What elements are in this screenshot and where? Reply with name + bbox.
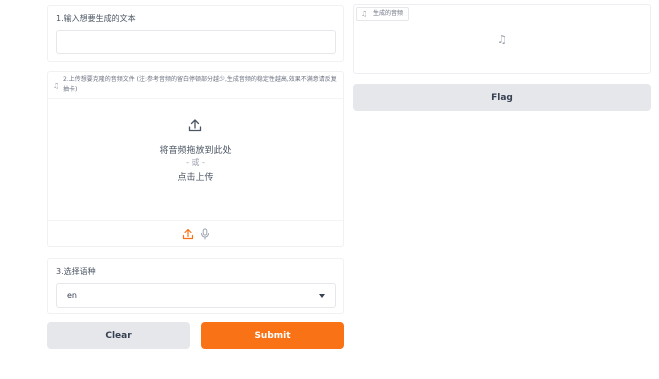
dropzone-drop-text: 将音频拖放到此处 — [159, 146, 232, 156]
upload-icon — [188, 119, 202, 132]
text-input-field[interactable] — [56, 30, 336, 54]
output-audio-label: 生成的音频 — [373, 10, 404, 17]
microphone-icon[interactable] — [199, 228, 211, 240]
audio-upload-header: ♫ 2.上传想要克隆的音频文件 (注:参考音频的留白停顿部分越少,生成音频的稳定… — [48, 72, 343, 99]
audio-dropzone[interactable]: 将音频拖放到此处 - 或 - 点击上传 — [48, 100, 343, 218]
text-input-block: 1.输入想要生成的文本 — [47, 5, 344, 62]
output-audio-label-tag: ♫ 生成的音频 — [356, 7, 410, 21]
chevron-down-icon — [319, 294, 325, 298]
flag-button[interactable]: Flag — [353, 84, 651, 111]
music-note-icon: ♫ — [361, 10, 368, 18]
clear-button[interactable]: Clear — [47, 322, 190, 349]
submit-button[interactable]: Submit — [201, 322, 344, 349]
audio-upload-label: 2.上传想要克隆的音频文件 (注:参考音频的留白停顿部分越少,生成音频的稳定性越… — [63, 76, 337, 93]
music-note-icon: ♫ — [497, 33, 507, 46]
dropzone-click-text: 点击上传 — [177, 173, 214, 183]
audio-source-toolbar — [48, 220, 343, 247]
language-select-label: 3.选择语种 — [56, 267, 96, 276]
dropzone-or-text: - 或 - — [186, 158, 205, 167]
language-dropdown[interactable]: en — [56, 283, 336, 308]
language-select-block: 3.选择语种 en — [47, 258, 344, 314]
audio-upload-block: ♫ 2.上传想要克隆的音频文件 (注:参考音频的留白停顿部分越少,生成音频的稳定… — [47, 71, 344, 247]
output-audio-block: ♫ 生成的音频 ♫ — [353, 4, 651, 74]
page: 1.输入想要生成的文本 ♫ 2.上传想要克隆的音频文件 (注:参考音频的留白停顿… — [0, 0, 659, 379]
language-dropdown-value: en — [67, 291, 77, 300]
text-input-label: 1.输入想要生成的文本 — [56, 14, 136, 23]
music-note-icon: ♫ — [53, 82, 60, 90]
upload-icon[interactable] — [182, 228, 194, 240]
